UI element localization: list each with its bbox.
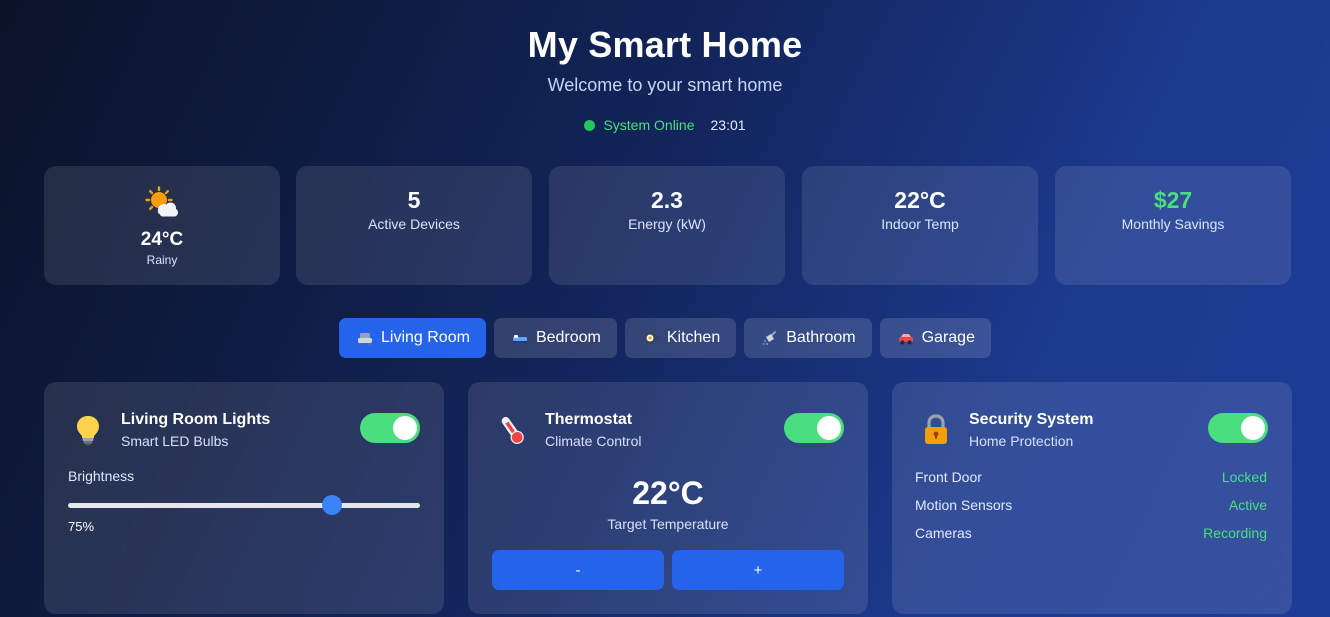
tab-label: Bathroom [786,329,856,346]
security-row-value: Locked [1221,469,1267,485]
energy-card: 2.3 Energy (kW) [549,166,785,285]
energy-label: Energy (kW) [628,216,706,232]
security-row-front-door: Front Door Locked [915,468,1267,486]
brightness-slider[interactable] [68,495,420,515]
increase-temp-button[interactable]: + [672,550,844,590]
indoor-temp-card: 22°C Indoor Temp [802,166,1038,285]
thermostat-subtitle: Climate Control [545,433,642,449]
system-status: System Online 23:01 [0,116,1330,134]
clock-time: 23:01 [710,117,746,133]
status-text: System Online [603,117,695,133]
cooking-icon [643,330,659,346]
weather-condition: Rainy [146,253,178,267]
lock-icon [918,412,954,448]
room-tabs: Living Room Bedroom Kitchen Bathroom Gar… [0,318,1330,358]
tab-label: Living Room [381,329,470,346]
savings-card: $27 Monthly Savings [1055,166,1291,285]
security-row-cameras: Cameras Recording [915,524,1267,542]
thermometer-icon [494,412,530,448]
couch-icon [357,330,373,346]
tab-bathroom[interactable]: Bathroom [744,318,872,358]
tab-bedroom[interactable]: Bedroom [493,318,617,358]
target-temp-value: 22°C [632,475,704,511]
thermostat-toggle[interactable] [784,413,844,443]
lights-toggle[interactable] [360,413,420,443]
page-subtitle: Welcome to your smart home [547,75,783,95]
sun-behind-cloud-icon [44,186,280,220]
security-subtitle: Home Protection [969,433,1074,449]
indoor-temp-value: 22°C [894,187,946,213]
status-dot-icon [584,119,596,131]
lights-panel: Living Room Lights Smart LED Bulbs Brigh… [44,382,444,614]
tab-garage[interactable]: Garage [879,318,991,358]
thermostat-title: Thermostat [545,411,633,428]
security-toggle[interactable] [1208,413,1268,443]
tab-label: Bedroom [535,329,601,346]
bed-icon [512,330,528,346]
page-title: My Smart Home [527,24,803,65]
thermostat-panel: Thermostat Climate Control 22°C Target T… [468,382,868,614]
weather-card: 24°C Rainy [44,166,280,285]
energy-value: 2.3 [651,187,683,213]
tab-label: Garage [921,329,975,346]
security-row-label: Front Door [915,469,982,485]
security-row-value: Recording [1203,525,1267,541]
security-title: Security System [969,411,1094,428]
indoor-temp-label: Indoor Temp [881,216,959,232]
brightness-label: Brightness [68,468,135,484]
lights-title: Living Room Lights [121,411,271,428]
security-row-value: Active [1228,497,1267,513]
active-devices-card: 5 Active Devices [296,166,532,285]
active-devices-value: 5 [407,187,421,213]
savings-value: $27 [1153,187,1193,213]
shower-icon [762,330,778,346]
tab-kitchen[interactable]: Kitchen [624,318,737,358]
lightbulb-icon [70,412,106,448]
decrease-temp-button[interactable]: - [492,550,664,590]
toggle-knob [393,416,417,440]
toggle-knob [1241,416,1265,440]
toggle-knob [817,416,841,440]
target-temp-label: Target Temperature [607,516,729,532]
security-panel: Security System Home Protection Front Do… [892,382,1292,614]
security-row-motion-sensors: Motion Sensors Active [915,496,1267,514]
savings-label: Monthly Savings [1121,216,1225,232]
slider-thumb[interactable] [322,495,342,515]
security-row-label: Cameras [915,525,972,541]
tab-living-room[interactable]: Living Room [339,318,486,358]
security-row-label: Motion Sensors [915,497,1013,513]
lights-subtitle: Smart LED Bulbs [121,433,229,449]
weather-temp: 24°C [140,229,184,250]
car-icon [898,330,914,346]
brightness-value: 75% [68,519,95,534]
active-devices-label: Active Devices [368,216,460,232]
tab-label: Kitchen [666,329,721,346]
